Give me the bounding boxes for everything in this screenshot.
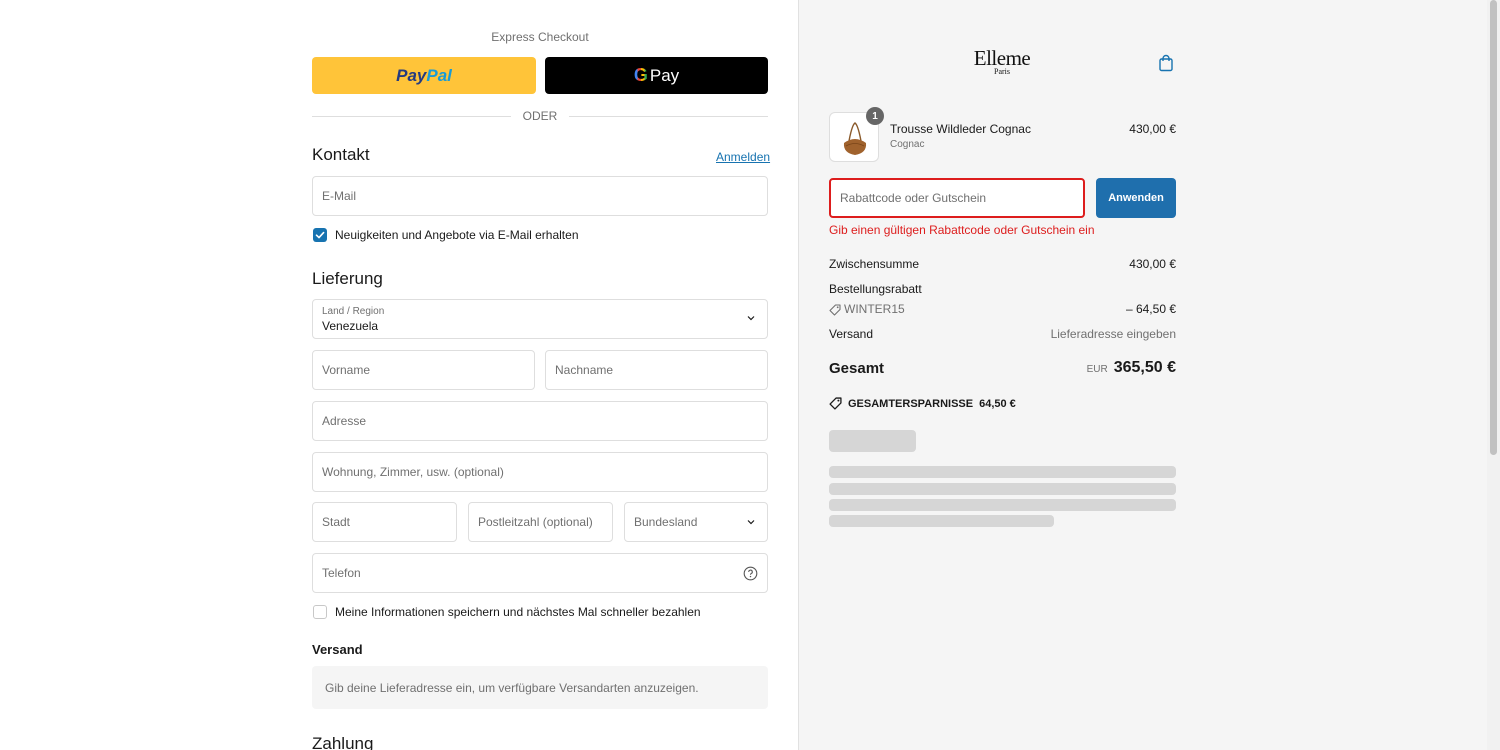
product-name: Trousse Wildleder Cognac: [890, 122, 1031, 136]
last-name-field[interactable]: Nachname: [545, 350, 768, 390]
total-amount: EUR 365,50 €: [1087, 359, 1176, 377]
loading-skeleton-title: [829, 430, 916, 452]
loading-skeleton-line: [829, 483, 1176, 495]
google-pay-label: Pay: [649, 65, 680, 85]
total-value: 365,50 €: [1113, 359, 1176, 376]
tag-icon: [829, 304, 841, 316]
email-field[interactable]: E-Mail: [312, 176, 768, 216]
paypal-logo-pal: Pal: [426, 65, 452, 85]
country-select[interactable]: Land / Region Venezuela: [312, 299, 768, 339]
discount-placeholder: Rabattcode oder Gutschein: [840, 191, 987, 205]
google-pay-button[interactable]: G Pay: [545, 57, 768, 94]
state-placeholder: Bundesland: [634, 515, 698, 529]
shipping-label: Versand: [829, 327, 874, 341]
or-separator-label: ODER: [522, 109, 558, 123]
discount-error-message: Gib einen gültigen Rabattcode oder Gutsc…: [829, 223, 1095, 237]
apartment-placeholder: Wohnung, Zimmer, usw. (optional): [322, 465, 504, 479]
shopping-bag-icon[interactable]: [1158, 54, 1174, 72]
country-label: Land / Region: [322, 305, 385, 317]
brand-name: Elleme: [973, 46, 1031, 70]
store-logo[interactable]: Elleme Paris: [965, 48, 1039, 76]
address-placeholder: Adresse: [322, 414, 367, 428]
quantity-badge: 1: [866, 107, 884, 125]
savings-label: GESAMTERSPARNISSE: [848, 397, 974, 410]
city-placeholder: Stadt: [322, 515, 351, 529]
first-name-placeholder: Vorname: [322, 363, 371, 377]
total-currency: EUR: [1086, 364, 1108, 375]
first-name-field[interactable]: Vorname: [312, 350, 535, 390]
city-field[interactable]: Stadt: [312, 502, 457, 542]
shipping-heading: Versand: [312, 642, 363, 657]
contact-heading: Kontakt: [312, 145, 370, 164]
newsletter-label: Neuigkeiten und Angebote via E-Mail erha…: [335, 228, 579, 242]
shipping-info-box: Gib deine Lieferadresse ein, um verfügba…: [312, 666, 768, 709]
subtotal-value: 430,00 €: [1129, 257, 1176, 271]
shipping-value: Lieferadresse eingeben: [1050, 327, 1176, 341]
newsletter-checkbox[interactable]: [313, 228, 327, 242]
separator-line-left: [312, 115, 511, 117]
loading-skeleton-line: [829, 466, 1176, 478]
page-scrollbar[interactable]: [1487, 0, 1500, 750]
zip-placeholder: Postleitzahl (optional): [478, 515, 593, 529]
save-info-label: Meine Informationen speichern und nächst…: [335, 605, 701, 619]
paypal-button[interactable]: Pay Pal: [312, 57, 536, 94]
discount-code-input[interactable]: Rabattcode oder Gutschein: [829, 178, 1085, 218]
google-g-icon: G: [633, 65, 648, 85]
scrollbar-thumb[interactable]: [1490, 0, 1497, 455]
email-placeholder: E-Mail: [322, 189, 357, 203]
payment-heading: Zahlung: [312, 734, 374, 750]
loading-skeleton-line: [829, 515, 1054, 527]
chevron-down-icon: [747, 316, 755, 321]
chevron-down-icon: [747, 520, 755, 525]
zip-field[interactable]: Postleitzahl (optional): [468, 502, 613, 542]
order-summary-panel: Elleme Paris 1 Trousse Wildleder Cognac …: [798, 0, 1500, 750]
order-discount-label: Bestellungsrabatt: [829, 282, 922, 296]
checkout-form-panel: Express Checkout Pay Pal G Pay ODER Konta…: [0, 0, 798, 750]
product-price: 430,00 €: [1129, 122, 1176, 136]
login-link[interactable]: Anmelden: [716, 150, 770, 164]
express-checkout-title: Express Checkout: [491, 30, 589, 44]
last-name-placeholder: Nachname: [555, 363, 614, 377]
apply-discount-button[interactable]: Anwenden: [1096, 178, 1176, 218]
phone-placeholder: Telefon: [322, 566, 361, 580]
apartment-field[interactable]: Wohnung, Zimmer, usw. (optional): [312, 452, 768, 492]
savings-value: 64,50 €: [979, 397, 1016, 410]
total-label: Gesamt: [829, 360, 885, 377]
discount-value: – 64,50 €: [1125, 302, 1176, 316]
phone-field[interactable]: Telefon: [312, 553, 768, 593]
country-value: Venezuela: [322, 318, 379, 333]
total-savings: GESAMTERSPARNISSE 64,50 €: [829, 397, 1016, 410]
discount-code-label: WINTER15: [844, 302, 905, 316]
address-field[interactable]: Adresse: [312, 401, 768, 441]
state-select[interactable]: Bundesland: [624, 502, 768, 542]
checkmark-icon: [315, 231, 325, 239]
loading-skeleton-line: [829, 499, 1176, 511]
save-info-checkbox[interactable]: [313, 605, 327, 619]
product-variant: Cognac: [890, 139, 925, 150]
separator-line-right: [569, 115, 769, 117]
delivery-heading: Lieferung: [312, 269, 383, 288]
tag-icon: [829, 397, 842, 410]
paypal-logo-pay: Pay: [396, 65, 427, 85]
subtotal-label: Zwischensumme: [829, 257, 920, 271]
help-icon[interactable]: [743, 566, 758, 581]
or-separator: ODER: [312, 108, 769, 124]
shipping-info-text: Gib deine Lieferadresse ein, um verfügba…: [325, 680, 699, 695]
